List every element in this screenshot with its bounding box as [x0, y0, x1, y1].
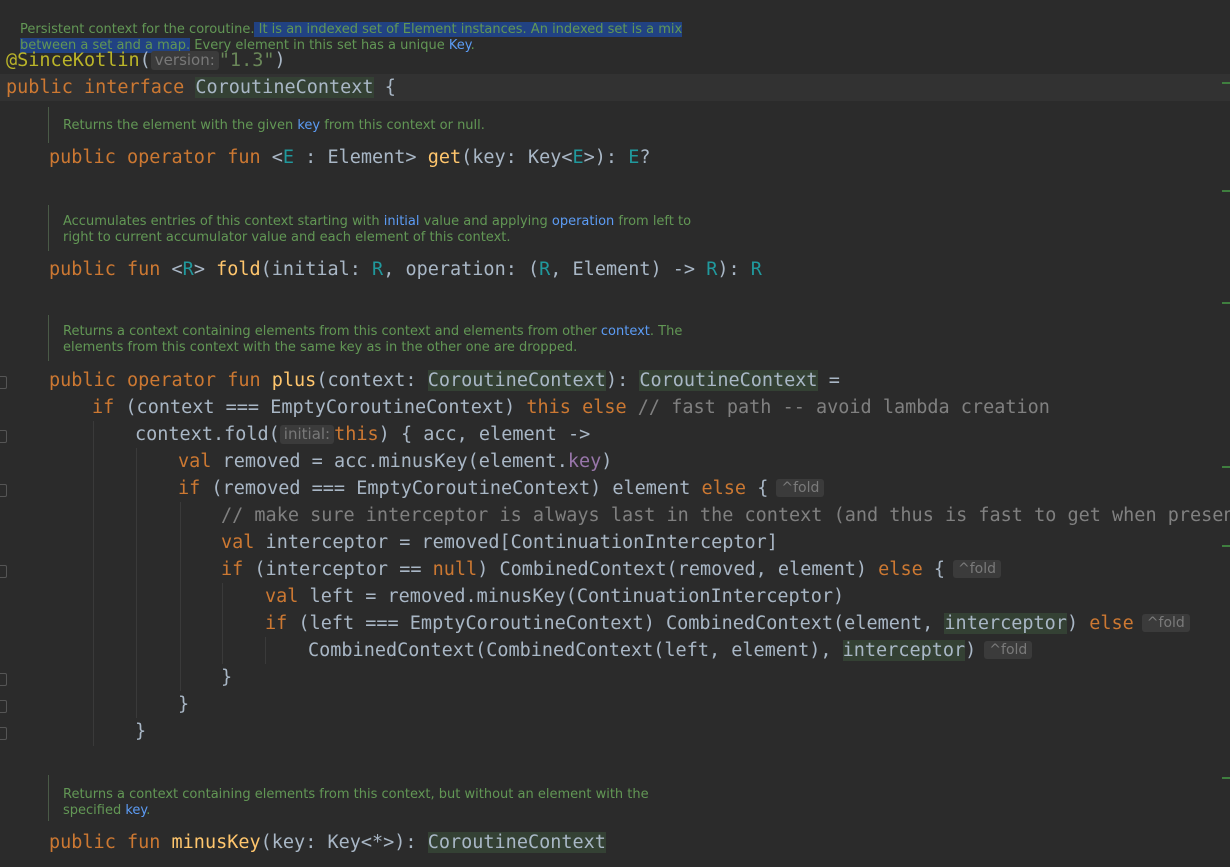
- fold-marker-icon[interactable]: [0, 727, 7, 740]
- parameter-hint: initial:: [279, 425, 335, 444]
- code-line-body-9[interactable]: if (left === EmptyCoroutineContext) Comb…: [0, 610, 1230, 637]
- kdoc-selected-text[interactable]: It is an indexed set of Element instance…: [254, 22, 683, 37]
- code-line-interface[interactable]: public interface CoroutineContext {: [0, 74, 1230, 101]
- kdoc-link-key[interactable]: key: [125, 803, 146, 818]
- code-line-minuskey[interactable]: public fun minusKey(key: Key<*>): Corout…: [0, 829, 1230, 856]
- fold-marker-icon[interactable]: [0, 565, 7, 578]
- kdoc-bar: [48, 775, 49, 821]
- fold-label-hint: ^fold: [984, 641, 1033, 659]
- code-line-close-1[interactable]: }: [0, 664, 1230, 691]
- code-line-body-7[interactable]: if (interceptor == null) CombinedContext…: [0, 556, 1230, 583]
- code-line-body-4[interactable]: if (removed === EmptyCoroutineContext) e…: [0, 475, 1230, 502]
- code-line-body-6[interactable]: val interceptor = removed[ContinuationIn…: [0, 529, 1230, 556]
- scrollbar-marker[interactable]: [1222, 777, 1230, 779]
- code-line-plus[interactable]: public operator fun plus(context: Corout…: [0, 367, 1230, 394]
- fold-label-hint: ^fold: [1141, 614, 1190, 632]
- kdoc-bar: [48, 315, 49, 361]
- function-name-fold[interactable]: fold: [216, 259, 261, 280]
- function-name-plus[interactable]: plus: [261, 370, 317, 391]
- scrollbar-marker[interactable]: [1222, 545, 1230, 547]
- fold-marker-icon[interactable]: [0, 484, 7, 497]
- fold-label-hint: ^fold: [776, 479, 825, 497]
- fold-marker-icon[interactable]: [0, 673, 7, 686]
- interface-name[interactable]: CoroutineContext: [195, 77, 374, 98]
- kdoc-link-context[interactable]: context: [601, 324, 650, 339]
- parameter-hint: version:: [150, 51, 219, 70]
- string-literal: "1.3": [218, 50, 275, 71]
- code-line-close-2[interactable]: }: [0, 691, 1230, 718]
- kdoc-bar: [48, 205, 49, 251]
- fold-marker-icon[interactable]: [0, 700, 7, 713]
- code-line-body-2[interactable]: context.fold(initial: this) { acc, elemen…: [0, 421, 1230, 448]
- kdoc-link-initial[interactable]: initial: [384, 214, 420, 229]
- function-name-get[interactable]: get: [428, 147, 461, 168]
- function-name-minuskey[interactable]: minusKey: [160, 832, 261, 853]
- fold-label-hint: ^fold: [953, 560, 1002, 578]
- code-line-body-5[interactable]: // make sure interceptor is always last …: [0, 502, 1230, 529]
- code-line-fold[interactable]: public fun <R> fold(initial: R, operatio…: [0, 256, 1230, 283]
- code-line-body-10[interactable]: CombinedContext(CombinedContext(left, el…: [0, 637, 1230, 664]
- code-line-body-3[interactable]: val removed = acc.minusKey(element.key): [0, 448, 1230, 475]
- kdoc-link-key[interactable]: key: [297, 118, 320, 133]
- annotation-name: @SinceKotlin: [6, 50, 140, 71]
- scrollbar-marker[interactable]: [1222, 190, 1230, 192]
- kdoc-link-operation[interactable]: operation: [552, 214, 614, 229]
- fold-kdoc: Accumulates entries of this context star…: [63, 214, 692, 245]
- code-line-annotation[interactable]: @SinceKotlin(version: "1.3"): [0, 47, 1230, 74]
- get-kdoc: Returns the element with the given key f…: [63, 118, 485, 133]
- scrollbar-marker[interactable]: [1222, 302, 1230, 304]
- code-line-close-3[interactable]: }: [0, 718, 1230, 745]
- kdoc-bar: [48, 107, 49, 143]
- scrollbar-marker[interactable]: [1222, 466, 1230, 468]
- minuskey-kdoc: Returns a context containing elements fr…: [63, 787, 649, 818]
- code-line-body-1[interactable]: if (context === EmptyCoroutineContext) t…: [0, 394, 1230, 421]
- code-editor[interactable]: Persistent context for the coroutine. It…: [0, 0, 1230, 867]
- scrollbar-marker[interactable]: [1222, 82, 1230, 84]
- plus-kdoc: Returns a context containing elements fr…: [63, 324, 683, 355]
- fold-marker-icon[interactable]: [0, 376, 7, 389]
- code-line-get[interactable]: public operator fun <E : Element> get(ke…: [0, 144, 1230, 171]
- kdoc-text: Persistent context for the coroutine.: [20, 22, 255, 37]
- fold-marker-icon[interactable]: [0, 430, 7, 443]
- code-line-body-8[interactable]: val left = removed.minusKey(Continuation…: [0, 583, 1230, 610]
